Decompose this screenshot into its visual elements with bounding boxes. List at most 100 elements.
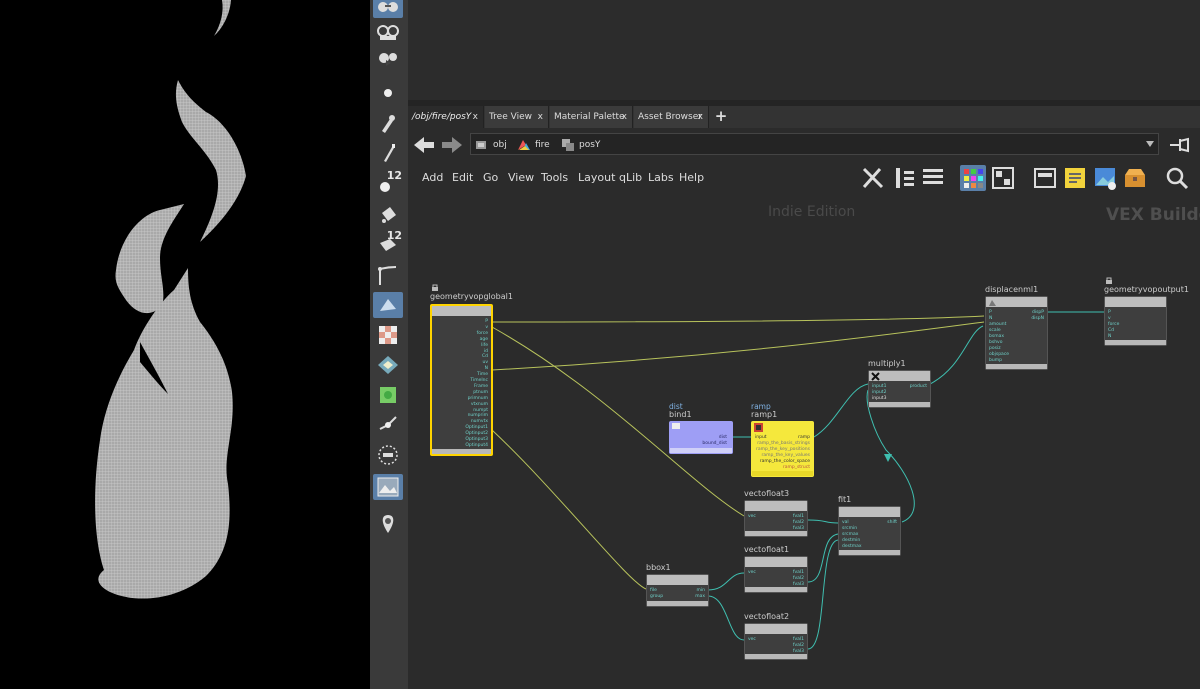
port[interactable]: dispN [1031, 316, 1044, 321]
port[interactable]: dist [719, 435, 727, 440]
shape-palette-icon[interactable] [990, 165, 1016, 191]
port[interactable]: ramp [798, 435, 810, 440]
port[interactable]: primnum [468, 396, 488, 401]
port[interactable]: numpt [473, 408, 488, 413]
sculpt-icon[interactable] [373, 292, 403, 318]
port[interactable]: age [480, 337, 488, 342]
pin-12-icon[interactable]: 12 [373, 169, 403, 196]
tab-network[interactable]: /obj/fire/posY x [408, 106, 484, 128]
tab-tree-view[interactable]: Tree View x [485, 106, 549, 128]
port[interactable]: srcmax [842, 532, 858, 537]
menu-layout[interactable]: Layout [578, 171, 615, 184]
port[interactable]: dispP [1032, 310, 1044, 315]
list-view-icon[interactable] [920, 165, 946, 191]
network-canvas[interactable]: Indie Edition VEX Builder geometryvopglo… [408, 192, 1200, 689]
port[interactable]: Cd [1108, 328, 1114, 333]
port[interactable]: bsmax [989, 334, 1004, 339]
search-icon[interactable] [1164, 165, 1190, 191]
port[interactable]: srcmin [842, 526, 857, 531]
port[interactable]: N [989, 316, 992, 321]
port[interactable]: fval1 [793, 570, 804, 575]
menu-help[interactable]: Help [679, 171, 704, 184]
menu-tools[interactable]: Tools [541, 171, 568, 184]
port[interactable]: vec [748, 514, 756, 519]
port[interactable]: force [1108, 322, 1119, 327]
tools-wrench-icon[interactable] [860, 165, 886, 191]
port[interactable]: destmax [842, 544, 862, 549]
3d-viewport[interactable] [0, 0, 370, 689]
color-palette-icon[interactable] [960, 165, 986, 191]
landscape-icon[interactable] [373, 474, 403, 500]
port[interactable]: min [697, 588, 706, 593]
port[interactable]: group [650, 594, 663, 599]
path-field[interactable]: obj fire posY [470, 133, 1159, 155]
port[interactable]: posiz [989, 346, 1001, 351]
fill-bucket-icon[interactable] [373, 200, 403, 226]
close-icon[interactable]: x [538, 106, 543, 128]
joint-icon[interactable] [373, 412, 403, 438]
port[interactable]: fval2 [793, 643, 804, 648]
port[interactable]: v [485, 325, 488, 330]
port[interactable]: TimeInc [470, 378, 488, 383]
diamond-icon[interactable] [373, 352, 403, 378]
port[interactable]: vtxnum [471, 402, 488, 407]
menu-add[interactable]: Add [422, 171, 443, 184]
port[interactable]: scale [989, 328, 1001, 333]
tab-material-palette[interactable]: Material Palette x [550, 106, 633, 128]
curve-icon[interactable] [373, 262, 403, 288]
menu-edit[interactable]: Edit [452, 171, 473, 184]
asset-chest-icon[interactable] [1122, 165, 1148, 191]
green-tile-icon[interactable] [373, 382, 403, 408]
port[interactable]: fval1 [793, 637, 804, 642]
port[interactable]: shift [887, 520, 897, 525]
tab-asset-browser[interactable]: Asset Browser x [634, 106, 709, 128]
port[interactable]: P [989, 310, 992, 315]
port[interactable]: Optinput3 [465, 437, 488, 442]
port[interactable]: product [910, 384, 927, 389]
port[interactable]: ramp_the_key_values [762, 453, 811, 458]
port[interactable]: uv [482, 360, 488, 365]
port[interactable]: Optinput2 [465, 431, 488, 436]
pin-icon[interactable] [1168, 135, 1196, 155]
port[interactable]: Frame [474, 384, 488, 389]
port[interactable]: input3 [872, 396, 886, 401]
port[interactable]: val [842, 520, 849, 525]
breadcrumb-fire[interactable]: fire [517, 137, 550, 153]
port[interactable]: Optinput1 [465, 425, 488, 430]
close-icon[interactable]: x [698, 106, 703, 128]
port[interactable]: ramp_the_color_space [760, 459, 810, 464]
checker-icon[interactable] [373, 322, 403, 348]
paint-brush-icon[interactable] [373, 140, 403, 166]
port[interactable]: amount [989, 322, 1006, 327]
view-glasses-icon[interactable] [373, 0, 403, 18]
port[interactable]: P [485, 319, 488, 324]
forward-arrow-icon[interactable] [440, 135, 464, 155]
port[interactable]: N [485, 366, 488, 371]
port[interactable]: fval2 [793, 520, 804, 525]
port[interactable]: input [755, 435, 767, 440]
port[interactable]: numvtx [471, 419, 488, 424]
port[interactable]: destmin [842, 538, 860, 543]
back-arrow-icon[interactable] [412, 135, 436, 155]
close-icon[interactable]: x [473, 106, 478, 128]
camera-glasses-icon[interactable] [373, 18, 403, 44]
circle-dots-icon[interactable] [373, 442, 403, 468]
breadcrumb-obj[interactable]: obj [475, 137, 507, 153]
add-tab-button[interactable]: + [714, 106, 728, 128]
port[interactable]: numprim [468, 413, 488, 418]
close-icon[interactable]: x [622, 106, 627, 128]
port[interactable]: id [484, 349, 488, 354]
port[interactable]: bshvo [989, 340, 1002, 345]
port[interactable]: ramp_the_basis_strings [757, 441, 810, 446]
port[interactable]: vec [748, 637, 756, 642]
port[interactable]: ramp_struct [783, 465, 810, 470]
port[interactable]: fval1 [793, 514, 804, 519]
port[interactable]: fval2 [793, 576, 804, 581]
menu-go[interactable]: Go [483, 171, 498, 184]
menu-labs[interactable]: Labs [648, 171, 674, 184]
port[interactable]: max [695, 594, 705, 599]
port[interactable]: Time [477, 372, 488, 377]
menu-qlib[interactable]: qLib [619, 171, 642, 184]
port[interactable]: ptnum [473, 390, 488, 395]
sticky-note-icon[interactable] [1062, 165, 1088, 191]
